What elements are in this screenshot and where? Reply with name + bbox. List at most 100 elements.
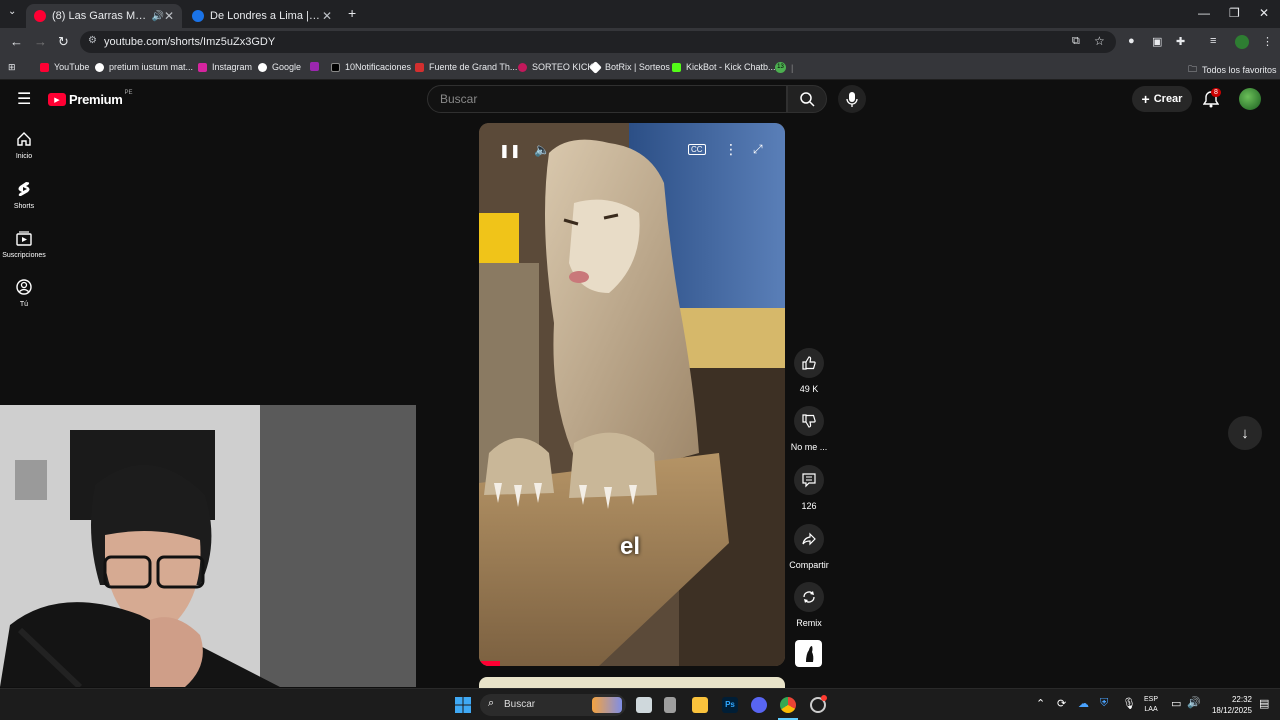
remix-button[interactable]: Remix <box>788 582 830 628</box>
tab-search-icon[interactable]: ⌄ <box>8 6 16 17</box>
like-count: 49 K <box>799 384 819 394</box>
volume-icon[interactable]: 🔈 <box>534 142 550 158</box>
photoshop-icon[interactable]: Ps <box>722 697 738 713</box>
all-bookmarks-folder[interactable]: 🗀 Todos los favoritos <box>1188 62 1277 78</box>
speaker-icon[interactable]: 🔊 <box>1187 696 1201 709</box>
home-icon <box>17 132 31 146</box>
install-app-icon[interactable]: ⧉ <box>1072 35 1080 48</box>
microphone-icon[interactable]: 🎙 <box>1122 697 1136 710</box>
bookmark-kickbot[interactable]: KickBot - Kick Chatb... <box>672 62 776 72</box>
clock[interactable]: 22:32 18/12/2025 <box>1206 694 1252 716</box>
logo-text: Premium <box>69 92 123 107</box>
sidebar-item-subscriptions[interactable]: Suscripciones <box>0 230 48 259</box>
taskbar-search[interactable]: ⌕ Buscar <box>480 694 626 716</box>
profile-avatar[interactable] <box>1235 35 1249 49</box>
bookmarks-bar: ⊞ YouTube pretium iustum mat... Instagra… <box>0 56 1280 80</box>
comment-count: 126 <box>801 501 817 511</box>
plus-icon: + <box>1141 91 1150 107</box>
show-hidden-icons[interactable]: ⌃ <box>1036 697 1045 710</box>
security-icon[interactable]: ⛨ <box>1100 697 1108 710</box>
share-label: Compartir <box>789 560 829 570</box>
pause-icon[interactable]: ❚❚ <box>499 143 521 159</box>
app-icon <box>310 62 319 71</box>
dislike-label: No me ... <box>790 442 828 452</box>
bookmark-star-icon[interactable]: ☆ <box>1094 34 1105 48</box>
minimize-icon[interactable]: — <box>1198 6 1210 20</box>
sidebar-item-label: Suscripciones <box>2 252 46 259</box>
reload-icon[interactable]: ↻ <box>58 34 69 50</box>
next-short-preview[interactable] <box>479 677 785 688</box>
audio-playing-icon[interactable]: 🔊 <box>151 11 163 22</box>
notifications-button[interactable]: 8 <box>1202 88 1221 113</box>
reading-list-icon[interactable]: ≡ <box>1210 35 1216 47</box>
bookmark-instagram[interactable]: Instagram <box>198 62 252 72</box>
address-bar[interactable]: ⚙ youtube.com/shorts/Imz5uZx3GDY ⧉ ☆ <box>80 31 1116 53</box>
closed-captions-icon[interactable]: CC <box>688 144 706 155</box>
restore-icon[interactable]: ❐ <box>1229 6 1240 20</box>
puma-silhouette-icon <box>806 646 814 662</box>
onedrive-icon[interactable]: ☁ <box>1078 697 1089 710</box>
bookmark-font-gta[interactable]: Fuente de Grand Th... <box>415 62 517 72</box>
search-input[interactable]: Buscar <box>427 85 787 113</box>
apps-grid-icon[interactable]: ⊞ <box>8 62 16 73</box>
comments-button[interactable]: 126 <box>788 465 830 511</box>
kickbot-icon <box>672 62 681 72</box>
sidebar-item-shorts[interactable]: Shorts <box>0 181 48 210</box>
bookmark-botrix[interactable]: BotRix | Sorteos <box>589 60 670 74</box>
share-button[interactable]: Compartir <box>788 524 830 570</box>
bookmark-sorteo-kick[interactable]: SORTEO KICK <box>518 62 593 72</box>
fullscreen-icon[interactable]: ⤢ <box>753 142 763 157</box>
tab-close-icon[interactable]: ✕ <box>322 9 332 23</box>
bookmark-pretium[interactable]: pretium iustum mat... <box>95 62 193 72</box>
discord-icon[interactable] <box>751 697 767 713</box>
site-info-icon[interactable]: ⚙ <box>88 35 97 46</box>
sidebar-item-home[interactable]: Inicio <box>0 131 48 160</box>
sidebar-item-you[interactable]: Tú <box>0 279 48 308</box>
youtube-premium-logo[interactable]: ▶ Premium PE <box>48 90 133 107</box>
windows-start-icon[interactable] <box>455 697 471 713</box>
bookmark-13[interactable]: 13 | <box>775 62 793 73</box>
tab-google-flights[interactable]: De Londres a Lima | Google Vu ✕ <box>184 4 340 28</box>
widget-icon[interactable] <box>664 697 676 713</box>
input-language[interactable]: ESP LAA <box>1144 695 1158 715</box>
account-avatar[interactable] <box>1239 88 1261 110</box>
recording-indicator <box>821 695 827 701</box>
menu-kebab-icon[interactable]: ⋮ <box>1262 35 1273 48</box>
sound-thumbnail[interactable] <box>795 640 822 667</box>
hamburger-menu-icon[interactable]: ☰ <box>17 89 31 109</box>
comment-icon <box>802 473 816 488</box>
bookmark-google[interactable]: Google <box>258 62 301 72</box>
voice-search-button[interactable] <box>838 85 866 113</box>
tab-youtube-short[interactable]: (8) Las Garras Más Poderos 🔊 ✕ <box>26 4 182 28</box>
search-button[interactable] <box>787 85 827 113</box>
create-button[interactable]: + Crear <box>1132 86 1192 112</box>
dislike-button[interactable]: No me ... <box>788 406 830 452</box>
back-icon[interactable]: ← <box>10 34 23 49</box>
file-explorer-icon[interactable] <box>692 697 708 713</box>
tab-close-icon[interactable]: ✕ <box>164 9 174 23</box>
streamer-webcam-feed <box>0 405 416 687</box>
bookmark-youtube[interactable]: YouTube <box>40 62 89 72</box>
remix-label: Remix <box>796 618 822 628</box>
more-options-icon[interactable]: ⋮ <box>724 141 738 158</box>
task-view-icon[interactable] <box>636 697 652 713</box>
bookmark-x-notifications[interactable]: 10Notificaciones <box>331 62 411 72</box>
tray-icon[interactable]: ⟳ <box>1057 697 1066 710</box>
extension-icon[interactable]: ● <box>1128 35 1135 47</box>
bookmark-colorful[interactable] <box>310 62 324 71</box>
extension-icon[interactable]: ▣ <box>1152 35 1162 48</box>
window-close-icon[interactable]: ✕ <box>1259 6 1269 20</box>
new-tab-icon[interactable]: + <box>348 5 356 21</box>
forward-icon[interactable]: → <box>34 34 47 49</box>
shorts-video-player[interactable]: ❚❚ 🔈 CC ⋮ ⤢ el <box>479 123 785 666</box>
network-icon[interactable]: ▭ <box>1171 697 1181 710</box>
tab-title: (8) Las Garras Más Poderos <box>52 10 147 22</box>
notification-center-icon[interactable]: ▤ <box>1259 697 1269 710</box>
sidebar-item-label: Shorts <box>13 203 35 210</box>
next-short-button[interactable]: ↓ <box>1228 416 1262 450</box>
like-button[interactable]: 49 K <box>788 348 830 394</box>
chrome-icon[interactable] <box>780 697 796 713</box>
search-icon <box>800 92 815 107</box>
extensions-puzzle-icon[interactable]: ✚ <box>1176 35 1185 48</box>
font-icon <box>415 62 424 72</box>
